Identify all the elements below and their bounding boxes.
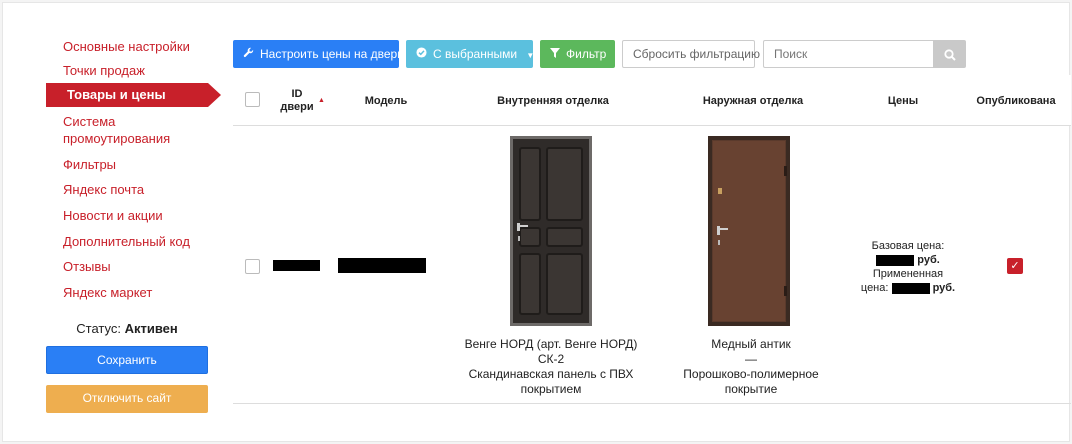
redacted-id (273, 260, 320, 271)
save-button[interactable]: Сохранить (46, 346, 208, 374)
main-frame: Основные настройки Точки продаж Товары и… (2, 2, 1071, 443)
funnel-icon (550, 41, 560, 69)
search-icon (944, 48, 956, 66)
col-id-line2: двери (280, 101, 314, 113)
status-label: Статус: (76, 321, 121, 336)
check-circle-icon (416, 41, 427, 69)
active-arrow (208, 83, 221, 107)
redacted-model (338, 258, 426, 273)
table-header: ID двери ▲ Модель Внутренняя отделка Нар… (233, 75, 1071, 126)
sidebar-item-reviews[interactable]: Отзывы (63, 258, 111, 275)
applied-price-value: цена: руб. (853, 281, 963, 295)
sidebar-item-yandex-mail[interactable]: Яндекс почта (63, 181, 144, 198)
applied-price-label2: цена: (860, 282, 889, 294)
with-selected-dropdown[interactable]: С выбранными ▼ (406, 40, 535, 69)
sidebar-item-news[interactable]: Новости и акции (63, 207, 163, 224)
outer-finish-caption: Медный антик — Порошково-полимерное покр… (683, 337, 819, 396)
outer-finish-door-image[interactable] (708, 136, 790, 326)
col-published[interactable]: Опубликована (971, 95, 1061, 107)
inner-finish-door-image[interactable] (510, 136, 592, 326)
disable-site-button[interactable]: Отключить сайт (46, 385, 208, 413)
inner-finish-caption: Венге НОРД (арт. Венге НОРД) СК-2 Сканди… (464, 337, 638, 396)
base-price-label: Базовая цена: (871, 240, 945, 252)
with-selected-label: С выбранными (433, 47, 518, 61)
applied-price-label: Примененная (872, 268, 944, 280)
reset-filter-button[interactable]: Сбросить фильтрацию (622, 40, 760, 68)
redacted-base-price (876, 254, 915, 266)
col-id[interactable]: ID двери (277, 88, 317, 114)
price-block: Базовая цена: руб. Примененная цена: руб… (853, 239, 963, 295)
check-icon: ✓ (1010, 260, 1020, 272)
sidebar-item-products-prices[interactable]: Товары и цены (46, 83, 208, 107)
col-inner-finish[interactable]: Внутренняя отделка (483, 95, 623, 107)
filter-button[interactable]: Фильтр (540, 40, 615, 68)
wrench-icon (243, 41, 254, 69)
search-button[interactable] (933, 40, 966, 68)
base-price-currency: руб. (917, 254, 940, 266)
redacted-applied-price (891, 282, 930, 294)
sidebar-item-extra-code[interactable]: Дополнительный код (63, 233, 190, 250)
sidebar-item-promo-system[interactable]: Система промоутирования (63, 113, 170, 147)
col-id-line1: ID (291, 88, 303, 100)
published-checkbox[interactable]: ✓ (1007, 258, 1023, 274)
base-price-value: руб. (853, 253, 963, 267)
col-prices: Цены (887, 95, 919, 107)
filter-label: Фильтр (566, 47, 607, 61)
select-all-checkbox[interactable] (245, 92, 260, 107)
sidebar-item-filters[interactable]: Фильтры (63, 156, 116, 173)
search-input[interactable] (763, 40, 933, 68)
site-status: Статус: Активен (46, 321, 208, 336)
caret-down-icon: ▼ (526, 51, 535, 60)
sidebar-item-sales-points[interactable]: Точки продаж (63, 62, 145, 79)
sidebar-item-yandex-market[interactable]: Яндекс маркет (63, 284, 152, 301)
table-row: Венге НОРД (арт. Венге НОРД) СК-2 Сканди… (233, 127, 1071, 404)
sort-asc-icon[interactable]: ▲ (318, 97, 325, 104)
col-model[interactable]: Модель (361, 95, 411, 107)
applied-price-currency: руб. (932, 282, 956, 294)
row-checkbox[interactable] (245, 259, 260, 274)
status-value: Активен (124, 321, 178, 336)
configure-prices-button[interactable]: Настроить цены на двери (233, 40, 404, 69)
configure-prices-label: Настроить цены на двери (260, 47, 404, 61)
sidebar: Основные настройки Точки продаж Товары и… (3, 3, 223, 443)
col-outer-finish[interactable]: Наружная отделка (693, 95, 813, 107)
sidebar-item-main-settings[interactable]: Основные настройки (63, 38, 190, 55)
